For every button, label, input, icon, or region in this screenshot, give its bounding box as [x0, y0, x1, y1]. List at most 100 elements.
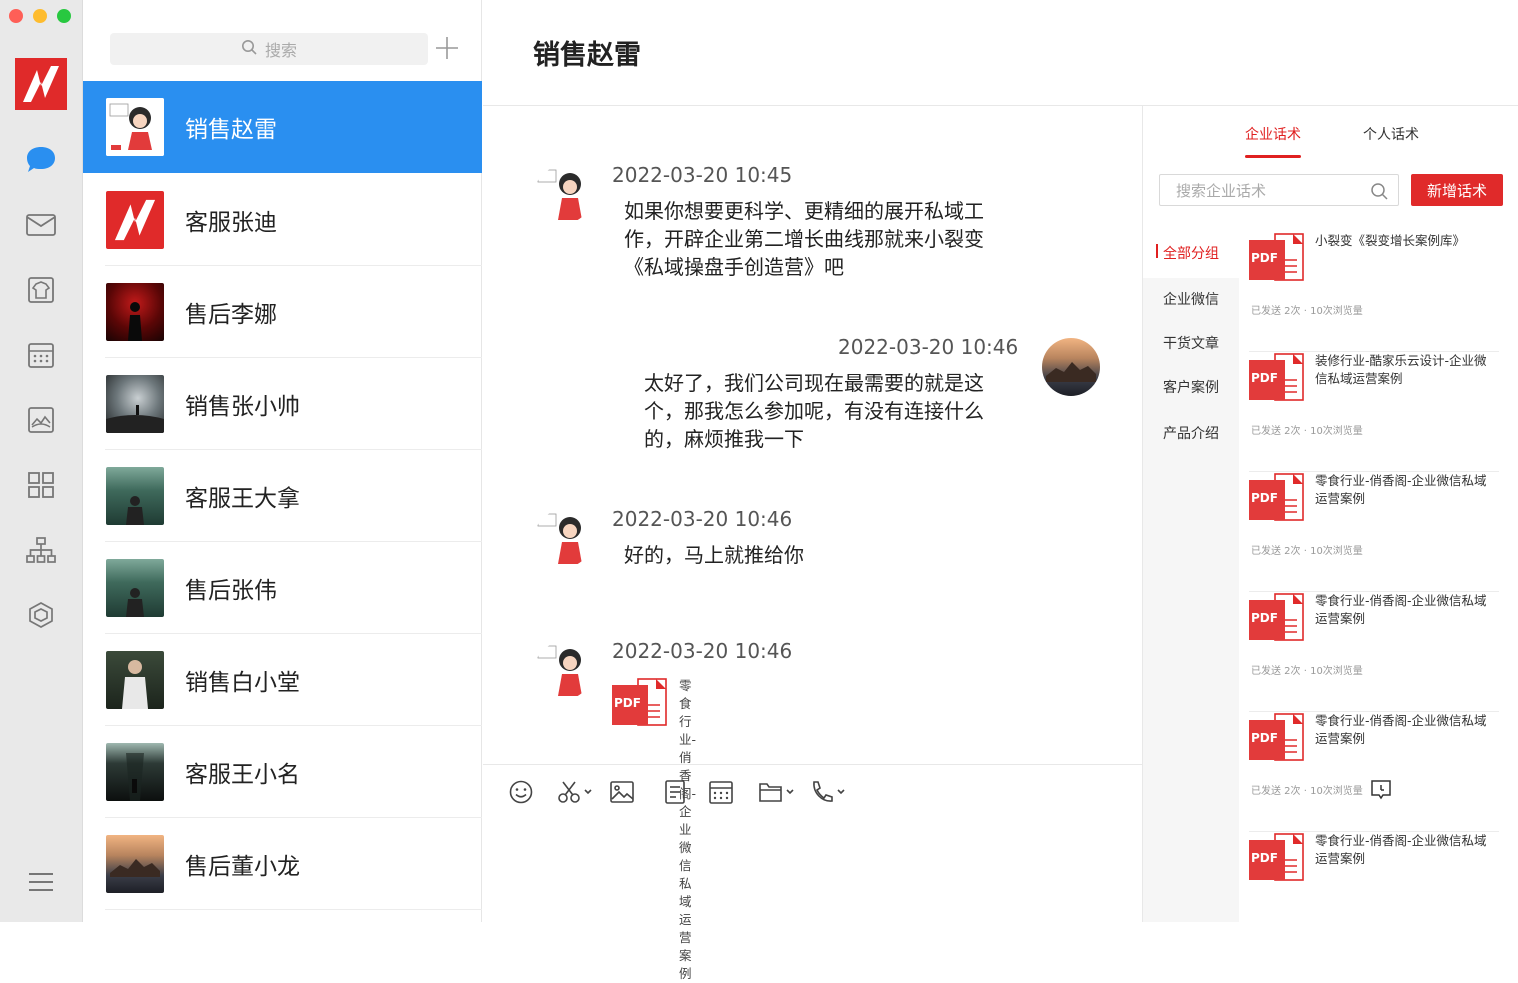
chat-title: 销售赵雷 [533, 40, 641, 71]
composer-toolbar [483, 764, 1142, 922]
calendar-icon[interactable] [708, 777, 734, 807]
category-wecom[interactable]: 企业微信 [1163, 289, 1219, 309]
message-time: 2022-03-20 10:46 [838, 335, 1019, 359]
chat-header: 销售赵雷 [483, 0, 1518, 106]
contact-item-5[interactable]: 售后张伟 [83, 542, 482, 634]
scripts-panel: 企业话术 个人话术 搜索企业话术 新增话术 全部分组 企业微信 干货文章 客户案… [1142, 106, 1518, 922]
photo-avatar [106, 375, 164, 433]
pdf-icon: PDF [1249, 352, 1307, 404]
pdf-label: PDF [1251, 371, 1278, 385]
folder-icon[interactable] [758, 777, 796, 807]
script-title: 零食行业-俏香阁-企业微信私域运营案例 [1315, 713, 1487, 746]
pdf-label: PDF [614, 696, 641, 710]
brand-avatar [106, 191, 164, 249]
message-text[interactable]: 如果你想要更科学、更精细的展开私域工 作，开辟企业第二增长曲线那就来小裂变 《私… [624, 197, 1004, 281]
org-chart-icon[interactable] [22, 531, 60, 569]
script-card-4[interactable]: PDF 零食行业-俏香阁-企业微信私域运营案例 已发送 2次 · 10次浏览量 [1249, 712, 1499, 832]
sender-avatar[interactable] [534, 510, 592, 568]
contact-item-2[interactable]: 售后李娜 [83, 266, 482, 358]
contact-item-4[interactable]: 客服王大拿 [83, 450, 482, 542]
window-minimize-button[interactable] [33, 9, 47, 23]
scissors-icon[interactable] [556, 777, 594, 807]
contact-name: 客服王小名 [185, 762, 300, 788]
contact-name: 售后李娜 [185, 302, 277, 328]
add-contact-button[interactable] [433, 34, 461, 62]
pdf-icon: PDF [1249, 592, 1307, 644]
pdf-icon: PDF [1249, 232, 1307, 284]
pdf-icon: PDF [1249, 472, 1307, 524]
add-script-button[interactable]: 新增话术 [1411, 174, 1503, 206]
photo-avatar [106, 283, 164, 341]
script-card-0[interactable]: PDF 小裂变《裂变增长案例库》 已发送 2次 · 10次浏览量 [1249, 232, 1499, 352]
category-all[interactable]: 全部分组 [1163, 243, 1219, 263]
search-icon [1370, 182, 1388, 204]
image-icon[interactable] [22, 401, 60, 439]
window-close-button[interactable] [9, 9, 23, 23]
contact-name: 售后董小龙 [185, 854, 300, 880]
message-line: 如果你想要更科学、更精细的展开私域工 [624, 199, 984, 223]
pdf-icon: PDF [1249, 832, 1307, 884]
contact-item-7[interactable]: 客服王小名 [83, 726, 482, 818]
script-search-input[interactable]: 搜索企业话术 [1159, 174, 1399, 206]
pdf-label: PDF [1251, 611, 1278, 625]
message-time: 2022-03-20 10:45 [612, 163, 793, 187]
script-card-5[interactable]: PDF 零食行业-俏香阁-企业微信私域运营案例 [1249, 832, 1499, 952]
message-line: 太好了，我们公司现在最需要的就是这 [644, 371, 984, 395]
contact-item-8[interactable]: 售后董小龙 [83, 818, 482, 910]
active-tab-indicator [1245, 155, 1301, 158]
contact-search-input[interactable]: 搜索 [110, 33, 428, 65]
search-icon [241, 39, 257, 59]
sender-avatar[interactable] [534, 166, 592, 224]
sender-avatar[interactable] [534, 642, 592, 700]
contact-item-6[interactable]: 销售白小堂 [83, 634, 482, 726]
script-title: 零食行业-俏香阁-企业微信私域运营案例 [1315, 473, 1487, 506]
script-card-1[interactable]: PDF 装修行业-酷家乐云设计-企业微信私域运营案例 已发送 2次 · 10次浏… [1249, 352, 1499, 472]
emoji-icon[interactable] [508, 777, 534, 807]
category-articles[interactable]: 干货文章 [1163, 333, 1219, 353]
grid-icon[interactable] [22, 466, 60, 504]
script-meta: 已发送 2次 · 10次浏览量 [1251, 426, 1363, 437]
script-card-2[interactable]: PDF 零食行业-俏香阁-企业微信私域运营案例 已发送 2次 · 10次浏览量 [1249, 472, 1499, 592]
message-text[interactable]: 好的，马上就推给你 [624, 541, 1004, 569]
calendar-icon[interactable] [22, 336, 60, 374]
window-zoom-button[interactable] [57, 9, 71, 23]
mail-icon[interactable] [22, 206, 60, 244]
cartoon-avatar [106, 98, 164, 156]
contact-name: 客服张迪 [185, 210, 277, 236]
image-icon[interactable] [609, 777, 635, 807]
chat-bubble-icon[interactable] [22, 141, 60, 179]
script-card-3[interactable]: PDF 零食行业-俏香阁-企业微信私域运营案例 已发送 2次 · 10次浏览量 [1249, 592, 1499, 712]
contact-item-0[interactable]: 销售赵雷 [83, 81, 482, 173]
message-line: 作，开辟企业第二增长曲线那就来小裂变 [624, 227, 984, 251]
phone-icon[interactable] [809, 777, 847, 807]
cube-icon[interactable] [22, 596, 60, 634]
hamburger-menu-icon[interactable] [22, 863, 60, 901]
document-icon[interactable] [662, 777, 688, 807]
photo-avatar [106, 743, 164, 801]
message-line: 好的，马上就推给你 [624, 543, 804, 567]
tab-enterprise-scripts[interactable]: 企业话术 [1245, 124, 1301, 144]
message-time: 2022-03-20 10:46 [612, 507, 793, 531]
pdf-label: PDF [1251, 491, 1278, 505]
script-meta: 已发送 2次 · 10次浏览量 [1251, 786, 1363, 797]
shirt-icon[interactable] [22, 271, 60, 309]
contact-search-placeholder: 搜索 [264, 41, 297, 60]
category-cases[interactable]: 客户案例 [1163, 377, 1219, 397]
contact-item-1[interactable]: 客服张迪 [83, 174, 482, 266]
script-meta: 已发送 2次 · 10次浏览量 [1251, 546, 1363, 557]
message-line: 的，麻烦推我一下 [644, 427, 804, 451]
contact-name: 销售白小堂 [185, 670, 300, 696]
tab-personal-scripts[interactable]: 个人话术 [1363, 124, 1419, 144]
contact-list-panel: 搜索 销售赵雷 客服张迪 售后李娜 销售张小帅 客服王大拿 售后张伟 销售白小堂… [83, 0, 482, 922]
category-products[interactable]: 产品介绍 [1163, 423, 1219, 443]
divider [105, 909, 482, 910]
contact-item-3[interactable]: 销售张小帅 [83, 358, 482, 450]
own-avatar[interactable] [1042, 338, 1100, 396]
message-text[interactable]: 太好了，我们公司现在最需要的就是这 个，那我怎么参加呢，有没有连接什么 的，麻烦… [644, 369, 1024, 453]
send-script-icon[interactable] [1369, 778, 1393, 806]
pdf-icon: PDF [612, 677, 670, 729]
photo-avatar [106, 651, 164, 709]
category-sidebar: 全部分组 企业微信 干货文章 客户案例 产品介绍 [1143, 228, 1239, 922]
photo-avatar [106, 467, 164, 525]
pdf-label: PDF [1251, 851, 1278, 865]
